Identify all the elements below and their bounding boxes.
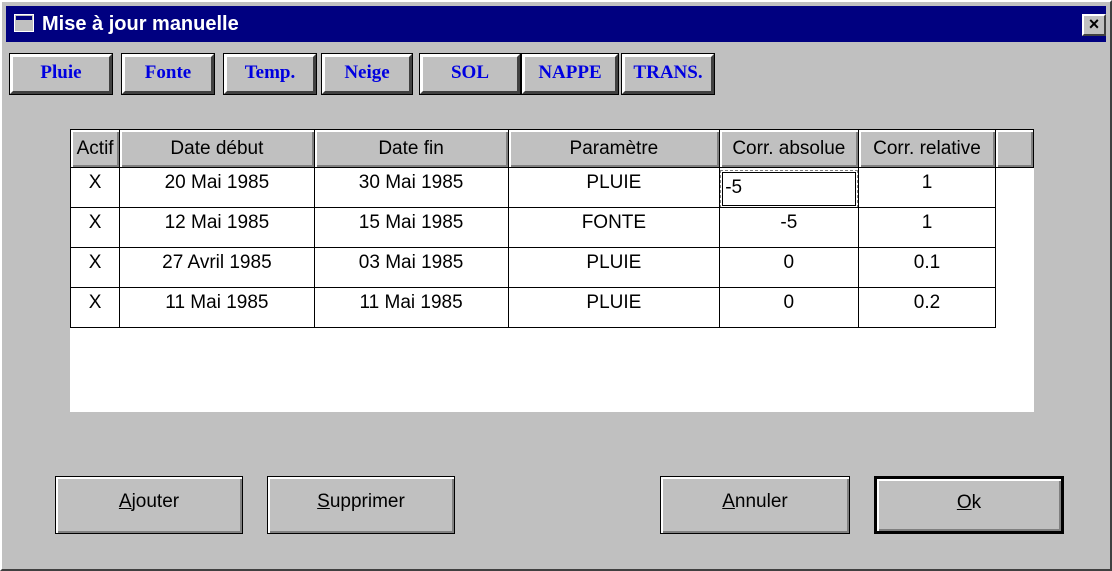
correction-grid: Actif Date début Date fin Paramètre Corr… <box>69 129 1034 412</box>
cell-actif[interactable]: X <box>69 287 121 328</box>
add-button-label: jouter <box>131 491 180 512</box>
cell-corr-absolue[interactable]: -5 <box>719 167 859 208</box>
toolbar-button-temp[interactable]: Temp. <box>223 53 317 95</box>
title-bar[interactable]: Mise à jour manuelle × <box>6 6 1106 42</box>
header-row: Actif Date début Date fin Paramètre Corr… <box>69 129 1034 168</box>
table-row[interactable]: X 12 Mai 1985 15 Mai 1985 FONTE -5 1 <box>69 207 1034 248</box>
column-header-corr-relative[interactable]: Corr. relative <box>857 129 997 168</box>
toolbar-button-neige[interactable]: Neige <box>321 53 413 95</box>
window-title: Mise à jour manuelle <box>42 13 239 35</box>
column-header-date-fin[interactable]: Date fin <box>313 129 509 168</box>
cell-actif[interactable]: X <box>69 247 121 288</box>
cell-date-fin[interactable]: 30 Mai 1985 <box>313 167 509 208</box>
table-row[interactable]: X 27 Avril 1985 03 Mai 1985 PLUIE 0 0.1 <box>69 247 1034 288</box>
cell-corr-relative[interactable]: 1 <box>857 167 997 208</box>
cell-corr-absolue[interactable]: -5 <box>719 207 859 248</box>
delete-button[interactable]: Supprimer <box>267 476 455 534</box>
dialog-window: Mise à jour manuelle × Pluie Fonte Temp.… <box>0 0 1112 571</box>
column-header-date-debut[interactable]: Date début <box>119 129 315 168</box>
cell-parametre[interactable]: PLUIE <box>507 287 721 328</box>
column-header-empty[interactable] <box>995 129 1034 168</box>
toolbar-button-trans[interactable]: TRANS. <box>621 53 715 95</box>
toolbar-button-sol[interactable]: SOL <box>419 53 521 95</box>
toolbar-button-nappe[interactable]: NAPPE <box>521 53 619 95</box>
cell-corr-absolue[interactable]: 0 <box>719 287 859 328</box>
cell-corr-relative[interactable]: 0.1 <box>857 247 997 288</box>
add-button[interactable]: Ajouter <box>55 476 243 534</box>
cell-actif[interactable]: X <box>69 207 121 248</box>
cell-corr-relative[interactable]: 0.2 <box>857 287 997 328</box>
cell-corr-relative[interactable]: 1 <box>857 207 997 248</box>
toolbar-button-pluie[interactable]: Pluie <box>9 53 113 95</box>
window-menu-icon[interactable] <box>14 14 34 32</box>
cell-corr-absolue[interactable]: 0 <box>719 247 859 288</box>
cell-date-fin[interactable]: 11 Mai 1985 <box>313 287 509 328</box>
toolbar-button-fonte[interactable]: Fonte <box>121 53 215 95</box>
delete-button-accel: S <box>317 491 330 512</box>
add-button-accel: A <box>118 491 132 512</box>
cell-parametre[interactable]: PLUIE <box>507 247 721 288</box>
cell-actif[interactable]: X <box>69 167 121 208</box>
ok-button[interactable]: Ok <box>874 476 1064 534</box>
close-button[interactable]: × <box>1082 14 1106 36</box>
cell-date-fin[interactable]: 15 Mai 1985 <box>313 207 509 248</box>
cell-date-debut[interactable]: 11 Mai 1985 <box>119 287 315 328</box>
cancel-button-label: nnuler <box>734 491 788 512</box>
cell-date-debut[interactable]: 12 Mai 1985 <box>119 207 315 248</box>
ok-button-accel: O <box>956 492 972 513</box>
cell-date-debut[interactable]: 27 Avril 1985 <box>119 247 315 288</box>
cell-parametre[interactable]: PLUIE <box>507 167 721 208</box>
cancel-button-accel: A <box>722 491 735 512</box>
table-row[interactable]: X 20 Mai 1985 30 Mai 1985 PLUIE -5 1 <box>69 167 1034 208</box>
table-row[interactable]: X 11 Mai 1985 11 Mai 1985 PLUIE 0 0.2 <box>69 287 1034 328</box>
delete-button-label: upprimer <box>329 491 405 512</box>
cancel-button[interactable]: Annuler <box>660 476 850 534</box>
cell-parametre[interactable]: FONTE <box>507 207 721 248</box>
cell-date-fin[interactable]: 03 Mai 1985 <box>313 247 509 288</box>
cell-date-debut[interactable]: 20 Mai 1985 <box>119 167 315 208</box>
column-header-parametre[interactable]: Paramètre <box>507 129 721 168</box>
ok-button-label: k <box>971 492 982 513</box>
column-header-actif[interactable]: Actif <box>69 129 121 168</box>
column-header-corr-absolue[interactable]: Corr. absolue <box>719 129 859 168</box>
correction-table: Actif Date début Date fin Paramètre Corr… <box>69 129 1034 328</box>
cell-edit-input[interactable]: -5 <box>720 170 857 207</box>
